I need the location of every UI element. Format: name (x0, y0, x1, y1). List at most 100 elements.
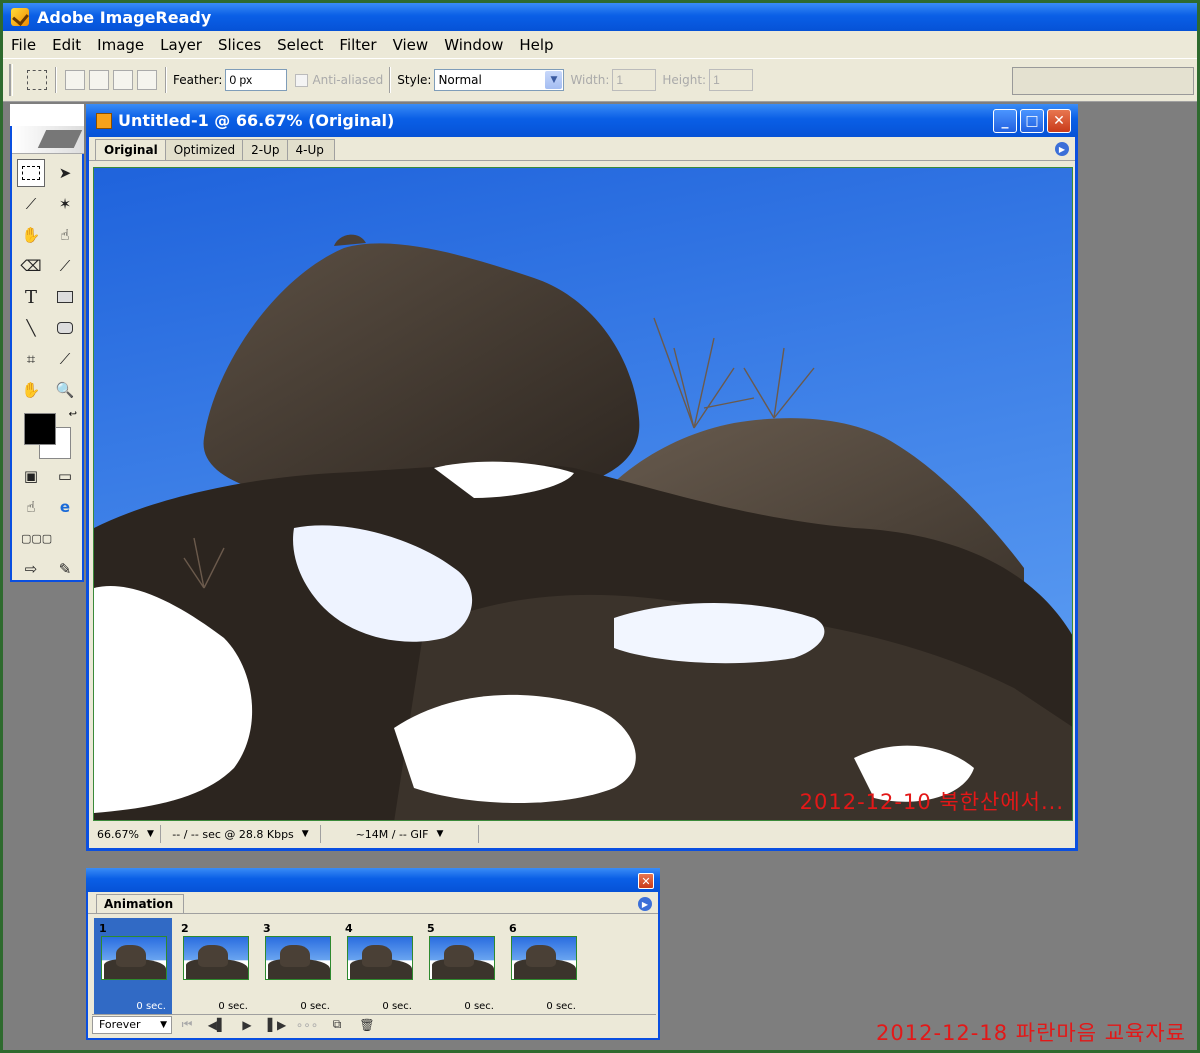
frame-thumbnail (183, 936, 249, 980)
subtract-from-selection-icon[interactable] (113, 70, 133, 90)
document-title-bar[interactable]: Untitled-1 @ 66.67% (Original) _ □ ✕ (86, 104, 1078, 137)
menu-file[interactable]: File (11, 36, 36, 54)
animation-frame[interactable]: 2 0 sec. (176, 918, 254, 1014)
toggle-slices-icon[interactable]: ▣ (17, 462, 45, 490)
palette-menu-icon[interactable]: ▶ (638, 897, 652, 911)
marquee-tool-icon[interactable] (27, 70, 47, 90)
animation-frame[interactable]: 4 0 sec. (340, 918, 418, 1014)
imageready-logo-icon (11, 8, 29, 26)
crop-tool-icon[interactable]: ⌗ (17, 345, 45, 373)
frame-list: 1 0 sec. 2 0 sec. 3 0 sec. 4 0 sec. 5 0 … (88, 914, 658, 1014)
eraser-tool-icon[interactable]: ⌫ (17, 252, 45, 280)
animation-frame[interactable]: 6 0 sec. (504, 918, 582, 1014)
type-tool-icon[interactable]: T (17, 283, 45, 311)
move-tool-icon[interactable]: ➤ (51, 159, 79, 187)
preview-in-browser-icon[interactable]: e (51, 493, 79, 521)
chevron-down-icon[interactable]: ▼ (437, 829, 444, 839)
frame-delay[interactable]: 0 sec. (464, 1001, 494, 1012)
animation-frame[interactable]: 3 0 sec. (258, 918, 336, 1014)
add-to-selection-icon[interactable] (89, 70, 109, 90)
screen-mode-icons[interactable]: ▢▢▢ (17, 524, 52, 552)
frame-number: 3 (263, 922, 271, 935)
image-canvas[interactable]: 2012-12-10 북한산에서... (93, 167, 1073, 821)
menu-help[interactable]: Help (519, 36, 553, 54)
first-frame-icon[interactable]: ⏮ (172, 1017, 202, 1032)
animation-frame[interactable]: 5 0 sec. (422, 918, 500, 1014)
intersect-selection-icon[interactable] (137, 70, 157, 90)
maximize-icon[interactable]: □ (1020, 109, 1044, 133)
height-input[interactable] (709, 69, 754, 91)
duplicate-frame-icon[interactable]: ⧉ (322, 1017, 352, 1032)
rectangle-marquee-icon[interactable] (17, 159, 45, 187)
options-bar-grip[interactable] (9, 64, 13, 96)
zoom-level-field[interactable]: 66.67% ▼ (91, 825, 161, 843)
menu-view[interactable]: View (393, 36, 429, 54)
tab-original[interactable]: Original (95, 139, 169, 160)
width-input[interactable] (612, 69, 657, 91)
jump-to-photoshop-icon[interactable]: ⇨ (17, 555, 45, 583)
close-icon[interactable]: ✕ (638, 873, 654, 889)
chevron-down-icon[interactable]: ▼ (160, 1020, 167, 1030)
chevron-down-icon[interactable]: ▼ (302, 829, 309, 839)
palette-well[interactable] (1012, 67, 1194, 95)
hand-tool-icon[interactable]: ✋ (17, 376, 45, 404)
delete-frame-icon[interactable]: 🗑 (352, 1018, 382, 1032)
frame-delay[interactable]: 0 sec. (136, 1001, 166, 1012)
minimize-icon[interactable]: _ (993, 109, 1017, 133)
color-swatches: ↩ (17, 407, 81, 459)
tab-optimized[interactable]: Optimized (164, 139, 247, 160)
chevron-down-icon[interactable]: ▼ (545, 71, 563, 89)
frame-delay[interactable]: 0 sec. (218, 1001, 248, 1012)
tween-icon[interactable]: ∘∘∘ (292, 1018, 322, 1032)
frame-delay[interactable]: 0 sec. (382, 1001, 412, 1012)
menu-select[interactable]: Select (277, 36, 323, 54)
foreground-color-swatch[interactable] (24, 413, 56, 445)
animation-frame[interactable]: 1 0 sec. (94, 918, 172, 1014)
magic-wand-icon[interactable]: ✶ (51, 190, 79, 218)
file-size-field[interactable]: ~14M / -- GIF ▼ (321, 825, 479, 843)
rollover-preview-icon[interactable]: ☝ (17, 493, 45, 521)
play-icon[interactable]: ▶ (232, 1018, 262, 1032)
menu-window[interactable]: Window (444, 36, 503, 54)
tab-4-up[interactable]: 4-Up (286, 139, 335, 160)
swap-colors-icon[interactable]: ↩ (69, 409, 77, 420)
previous-frame-icon[interactable]: ◀▌ (202, 1018, 232, 1032)
separator (55, 67, 57, 93)
palette-menu-icon[interactable]: ▶ (1055, 142, 1069, 156)
toggle-image-map-icon[interactable]: ▭ (51, 462, 79, 490)
slice-select-icon[interactable]: ☝ (51, 221, 79, 249)
brush-tool-icon[interactable]: ⟋ (51, 252, 79, 280)
toolbox-header[interactable] (10, 104, 84, 126)
rectangle-tool-icon[interactable] (51, 283, 79, 311)
line-tool-icon[interactable]: ╲ (17, 314, 45, 342)
slice-tool-icon[interactable]: ✋ (17, 221, 45, 249)
frame-delay[interactable]: 0 sec. (300, 1001, 330, 1012)
menu-image[interactable]: Image (97, 36, 144, 54)
next-frame-icon[interactable]: ▌▶ (262, 1018, 292, 1032)
menu-slices[interactable]: Slices (218, 36, 261, 54)
eyedropper-icon[interactable]: ⟋ (51, 345, 79, 373)
feather-input[interactable] (225, 69, 288, 91)
menu-edit[interactable]: Edit (52, 36, 81, 54)
style-select[interactable]: Normal ▼ (434, 69, 565, 91)
frame-delay[interactable]: 0 sec. (546, 1001, 576, 1012)
tab-animation[interactable]: Animation (96, 894, 185, 913)
menu-filter[interactable]: Filter (339, 36, 376, 54)
chevron-down-icon[interactable]: ▼ (147, 829, 154, 839)
menu-layer[interactable]: Layer (160, 36, 202, 54)
menu-bar: File Edit Image Layer Slices Select Filt… (3, 31, 1197, 58)
anti-aliased-checkbox[interactable] (295, 73, 309, 87)
frame-number: 1 (99, 922, 107, 935)
rounded-rectangle-icon[interactable] (51, 314, 79, 342)
lasso-tool-icon[interactable]: ⟋ (17, 190, 45, 218)
download-speed-field[interactable]: -- / -- sec @ 28.8 Kbps ▼ (161, 825, 321, 843)
animation-title-bar[interactable]: ✕ (86, 868, 660, 892)
tab-2-up[interactable]: 2-Up (242, 139, 291, 160)
toolbox-logo-icon[interactable] (12, 126, 84, 154)
loop-select[interactable]: Forever ▼ (92, 1015, 172, 1034)
download-speed: -- / -- sec @ 28.8 Kbps (172, 827, 294, 841)
edit-tool-icon[interactable]: ✎ (51, 555, 79, 583)
close-icon[interactable]: ✕ (1047, 109, 1071, 133)
zoom-tool-icon[interactable]: 🔍 (51, 376, 79, 404)
new-selection-icon[interactable] (65, 70, 85, 90)
